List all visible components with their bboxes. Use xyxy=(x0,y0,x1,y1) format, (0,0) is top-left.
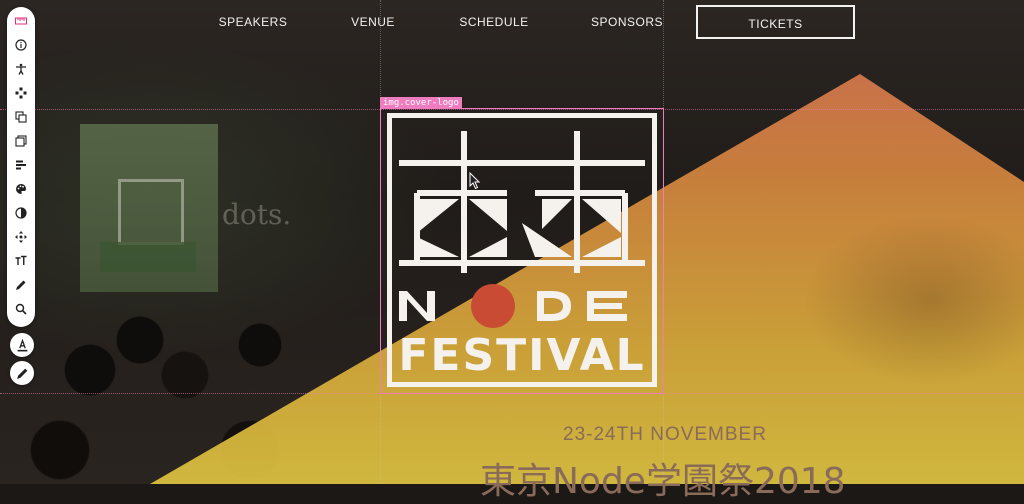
ruler-icon[interactable] xyxy=(11,11,31,31)
position-icon[interactable] xyxy=(11,227,31,247)
text-color-icon[interactable] xyxy=(10,333,34,357)
contrast-icon[interactable] xyxy=(11,203,31,223)
move-icon[interactable] xyxy=(11,83,31,103)
nav-tickets-button[interactable]: TICKETS xyxy=(696,5,855,39)
pen-icon[interactable] xyxy=(11,275,31,295)
accessibility-icon[interactable] xyxy=(11,59,31,79)
node-wordmark xyxy=(399,284,627,328)
kanji-triangles xyxy=(417,199,621,257)
info-icon[interactable] xyxy=(11,35,31,55)
projected-banner xyxy=(100,242,196,272)
projected-logo xyxy=(118,179,184,245)
projector-screen xyxy=(80,124,218,292)
event-title: 東京Node学園祭2018 xyxy=(480,461,846,502)
main-nav: SPEAKERS VENUE SCHEDULE SPONSORS TICKETS xyxy=(0,5,1024,39)
background-dots-text: dots. xyxy=(222,198,292,231)
nav-sponsors[interactable]: SPONSORS xyxy=(582,5,672,39)
event-date: 23-24TH NOVEMBER xyxy=(563,424,767,445)
edit-icon[interactable] xyxy=(10,361,34,385)
editor-toolbar xyxy=(7,7,35,327)
mouse-cursor-icon xyxy=(469,172,481,190)
align-icon[interactable] xyxy=(11,155,31,175)
search-icon[interactable] xyxy=(11,299,31,319)
nav-schedule[interactable]: SCHEDULE xyxy=(450,5,538,39)
festival-wordmark: FESTIVAL xyxy=(398,330,646,381)
nav-speakers[interactable]: SPEAKERS xyxy=(210,5,296,39)
copy-icon[interactable] xyxy=(11,107,31,127)
layers-icon[interactable] xyxy=(11,131,31,151)
text-size-icon[interactable] xyxy=(11,251,31,271)
nav-venue[interactable]: VENUE xyxy=(340,5,406,39)
palette-icon[interactable] xyxy=(11,179,31,199)
